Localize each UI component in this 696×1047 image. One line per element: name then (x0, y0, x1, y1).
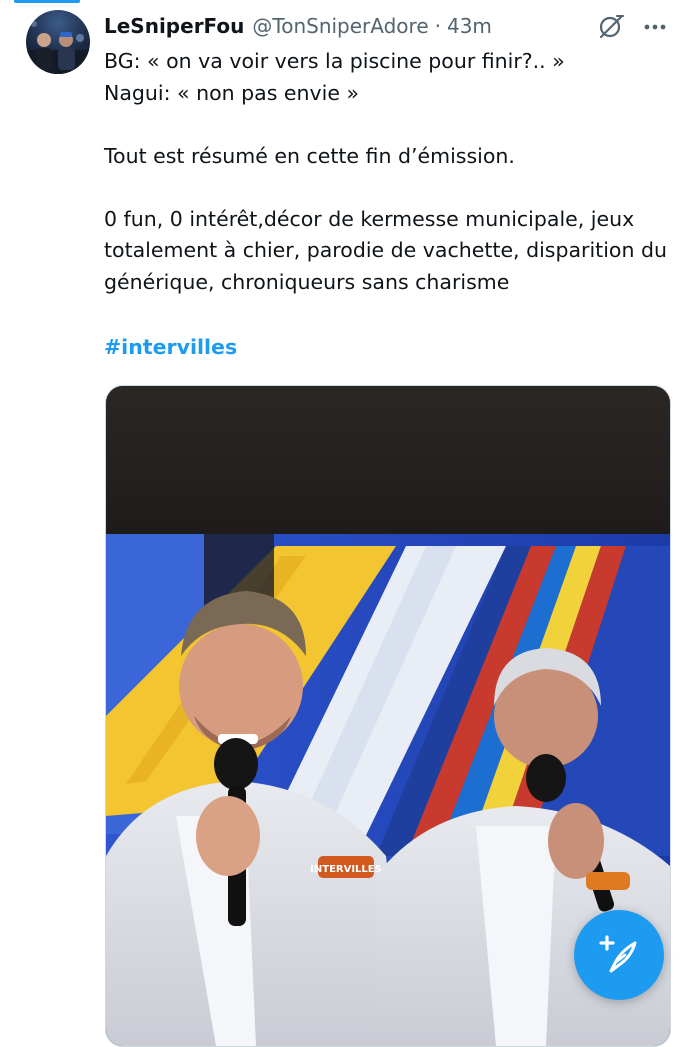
avatar[interactable] (26, 10, 90, 74)
separator-dot: · (434, 14, 441, 38)
tweet-header: LeSniperFou @TonSniperAdore · 43m (104, 10, 676, 42)
hashtag-link[interactable]: #intervilles (104, 332, 237, 363)
tweet-text: BG: « on va voir vers la piscine pour fi… (104, 49, 667, 294)
more-icon[interactable] (640, 12, 670, 42)
user-handle[interactable]: @TonSniperAdore (252, 14, 428, 38)
timestamp[interactable]: 43m (447, 14, 492, 38)
avatar-image (26, 21, 90, 74)
display-name[interactable]: LeSniperFou (104, 14, 244, 38)
top-accent-bar (14, 0, 80, 3)
grok-icon[interactable] (596, 12, 626, 42)
jacket-logo-text: INTERVILLES (310, 864, 382, 875)
compose-button[interactable] (574, 910, 664, 1000)
compose-icon (599, 935, 637, 973)
